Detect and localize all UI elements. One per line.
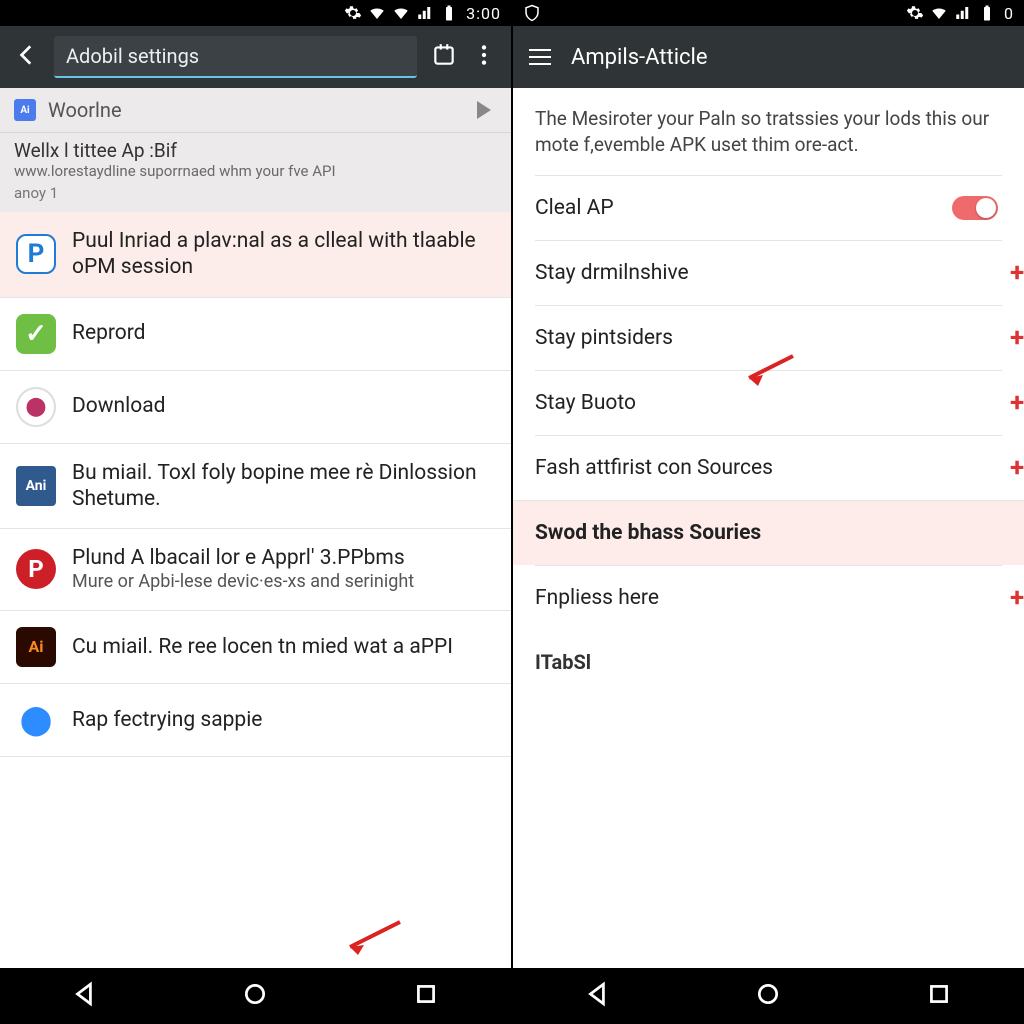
overflow-menu-icon[interactable] xyxy=(471,42,497,72)
settings-row[interactable]: Stay pintsiders+ xyxy=(535,305,1002,370)
result-url: www.lorestaydline suporrnaed whm your fv… xyxy=(14,162,497,180)
battery-icon xyxy=(440,4,458,22)
signal-icon xyxy=(416,4,434,22)
row-indicator-icon: + xyxy=(1010,583,1020,613)
status-bar: 0 xyxy=(513,0,1024,26)
list-item-text: Download xyxy=(72,393,166,419)
right-phone: 0 Ampils-Atticle The Mesiroter your Paln… xyxy=(513,0,1024,1024)
list-item-text-col: Bu miail. Toxl foly bopine mee rè Dinlos… xyxy=(72,460,495,513)
signal-icon xyxy=(954,4,972,22)
nav-bar xyxy=(0,968,511,1024)
search-query: Woorlne xyxy=(48,98,465,122)
play-icon[interactable] xyxy=(477,101,491,119)
settings-row[interactable]: Fash attfirist con Sources+ xyxy=(535,435,1002,500)
address-bar-text: Adobil settings xyxy=(66,44,199,68)
app-bar: Adobil settings xyxy=(0,26,511,88)
result-title: Wellx l tittee Ap :Bif xyxy=(14,139,497,162)
list-item-subtext: Mure or Apbi-lese devic·es-xs and serini… xyxy=(72,571,414,594)
app-icon: Ani xyxy=(16,466,56,506)
list-item[interactable]: ⬤ Download xyxy=(0,371,511,444)
row-indicator-icon: + xyxy=(1010,453,1020,483)
section-label: ITabSl xyxy=(535,630,1002,704)
ai-badge-icon: Ai xyxy=(14,99,36,121)
nav-home-icon[interactable] xyxy=(755,981,781,1011)
list-item[interactable]: P Puul Inriad a plav:nal as a clleal with… xyxy=(0,212,511,298)
list-item-text-col: Cu miail. Re ree locen tn mied wat a aPP… xyxy=(72,634,453,660)
back-icon[interactable] xyxy=(14,42,40,72)
settings-row-label: Cleal AP xyxy=(535,196,614,220)
list-item-text-col: Puul Inriad a plav:nal as a clleal with … xyxy=(72,228,495,281)
list-item-text-col: Reprord xyxy=(72,320,146,346)
hamburger-menu-icon[interactable] xyxy=(529,49,551,65)
settings-row-label: Stay pintsiders xyxy=(535,326,673,350)
settings-row-label: Stay Buoto xyxy=(535,391,636,415)
settings-row-label: Fash attfirist con Sources xyxy=(535,456,773,480)
wifi-icon xyxy=(930,4,948,22)
app-icon: ⬤ xyxy=(16,387,56,427)
list-item[interactable]: ⬤ Rap fectrying sappie xyxy=(0,684,511,757)
shield-icon xyxy=(523,4,541,22)
battery-icon xyxy=(978,4,996,22)
toggle-switch[interactable] xyxy=(952,196,998,220)
tabs-icon[interactable] xyxy=(431,42,457,72)
nav-bar xyxy=(513,968,1024,1024)
left-phone: 3:00 Adobil settings Ai Woorlne Wellx l … xyxy=(0,0,511,1024)
row-indicator-icon: + xyxy=(1010,388,1020,418)
app-icon: ⬤ xyxy=(16,700,56,740)
address-bar[interactable]: Adobil settings xyxy=(54,36,417,78)
list-item[interactable]: ✓ Reprord xyxy=(0,298,511,371)
settings-row-label: Swod the bhass Souries xyxy=(535,521,761,545)
list-item-text-col: Rap fectrying sappie xyxy=(72,707,262,733)
list-item-text-col: Download xyxy=(72,393,166,419)
status-time: 3:00 xyxy=(466,4,501,23)
search-row[interactable]: Ai Woorlne xyxy=(0,88,511,133)
app-icon: Ai xyxy=(16,627,56,667)
row-indicator-icon: + xyxy=(1010,258,1020,288)
list-item-text: Reprord xyxy=(72,320,146,346)
list-item-text: Cu miail. Re ree locen tn mied wat a aPP… xyxy=(72,634,453,660)
status-time: 0 xyxy=(1004,4,1014,23)
nav-recents-icon[interactable] xyxy=(926,981,952,1011)
settings-row[interactable]: Swod the bhass Souries+ xyxy=(513,500,1024,565)
nav-back-icon[interactable] xyxy=(585,981,611,1011)
list-item-text: Rap fectrying sappie xyxy=(72,707,262,733)
list-item[interactable]: Ani Bu miail. Toxl foly bopine mee rè Din… xyxy=(0,444,511,530)
settings-row[interactable]: Fnpliess here+ xyxy=(535,565,1002,630)
settings-content: The Mesiroter your Paln so tratssies you… xyxy=(513,88,1024,704)
wifi-icon-2 xyxy=(392,4,410,22)
app-bar: Ampils-Atticle xyxy=(513,26,1024,88)
nav-home-icon[interactable] xyxy=(242,981,268,1011)
search-area: Ai Woorlne Wellx l tittee Ap :Bif www.lo… xyxy=(0,88,511,212)
settings-row-label: Stay drmilnshive xyxy=(535,261,689,285)
settings-description: The Mesiroter your Paln so tratssies you… xyxy=(535,106,1002,175)
result-meta: anoy 1 xyxy=(14,184,497,202)
settings-row[interactable]: Stay drmilnshive+ xyxy=(535,240,1002,305)
left-list: P Puul Inriad a plav:nal as a clleal with… xyxy=(0,212,511,757)
settings-row[interactable]: Stay Buoto+ xyxy=(535,370,1002,435)
app-icon: ✓ xyxy=(16,314,56,354)
search-result[interactable]: Wellx l tittee Ap :Bif www.lorestaydline… xyxy=(0,133,511,212)
gear-icon xyxy=(906,4,924,22)
row-indicator-icon: + xyxy=(1010,323,1020,353)
status-bar: 3:00 xyxy=(0,0,511,26)
app-bar-title: Ampils-Atticle xyxy=(571,45,708,70)
nav-recents-icon[interactable] xyxy=(413,981,439,1011)
app-icon: P xyxy=(16,234,56,274)
gear-icon xyxy=(344,4,362,22)
app-icon: P xyxy=(16,549,56,589)
list-item[interactable]: P Plund A lbacail lor e Apprl' 3.PPbmsMur… xyxy=(0,529,511,611)
status-icons xyxy=(906,4,996,22)
list-item-text-col: Plund A lbacail lor e Apprl' 3.PPbmsMure… xyxy=(72,545,414,594)
status-icons xyxy=(344,4,458,22)
settings-row[interactable]: Cleal AP xyxy=(535,175,1002,240)
list-item-text: Plund A lbacail lor e Apprl' 3.PPbms xyxy=(72,545,414,571)
wifi-icon xyxy=(368,4,386,22)
list-item-text: Bu miail. Toxl foly bopine mee rè Dinlos… xyxy=(72,460,495,513)
list-item-text: Puul Inriad a plav:nal as a clleal with … xyxy=(72,228,495,281)
settings-row-label: Fnpliess here xyxy=(535,586,659,610)
list-item[interactable]: Ai Cu miail. Re ree locen tn mied wat a a… xyxy=(0,611,511,684)
nav-back-icon[interactable] xyxy=(72,981,98,1011)
